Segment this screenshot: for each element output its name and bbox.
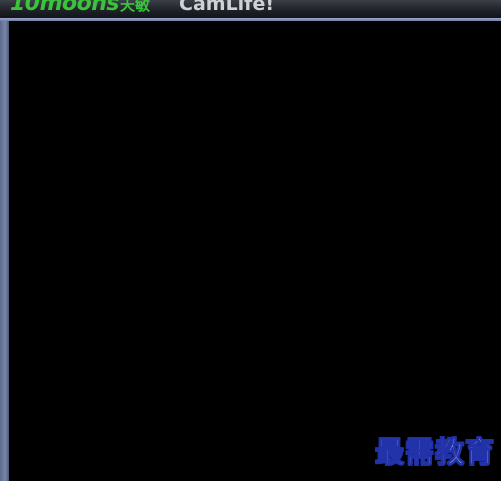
brand-logo-latin: 10moons (10, 0, 120, 16)
camlife-window: 10moons天敏 CamLife! 最需教育 (0, 0, 501, 481)
left-side-rail (0, 21, 9, 481)
brand-logo-cjk: 天敏 (120, 0, 151, 14)
watermark-text: 最需教育 (374, 435, 495, 470)
video-preview-area (9, 21, 501, 481)
app-name-title: CamLife! (179, 0, 274, 15)
brand-logo: 10moons天敏 (10, 0, 150, 18)
title-bar[interactable]: 10moons天敏 CamLife! (0, 0, 501, 18)
